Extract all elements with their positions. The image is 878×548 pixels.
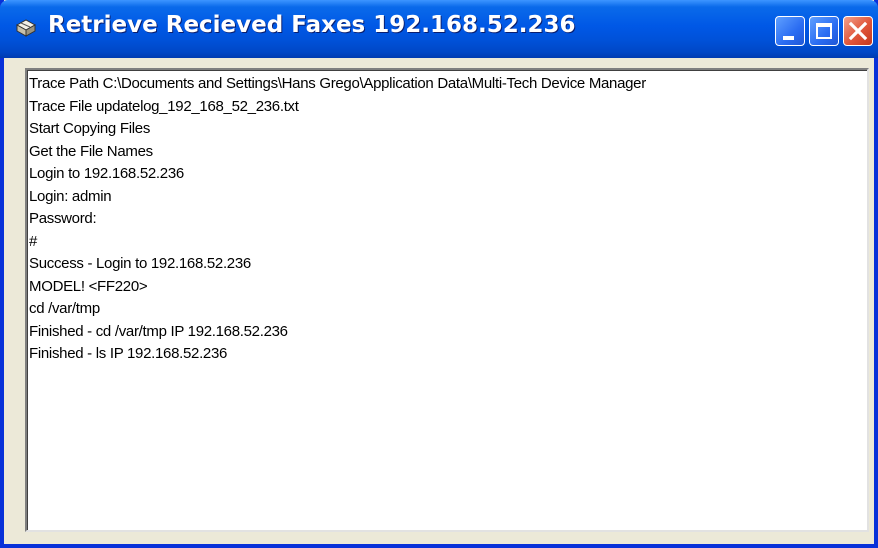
log-line: # — [29, 232, 38, 250]
title-bar[interactable]: Retrieve Recieved Faxes 192.168.52.236 — [0, 0, 878, 58]
log-line: Finished - cd /var/tmp IP 192.168.52.236 — [29, 322, 288, 340]
log-line: Password: — [29, 210, 97, 227]
log-line: cd /var/tmp — [29, 300, 100, 317]
log-line: Get the File Names — [29, 142, 153, 160]
log-line: Trace Path C:\Documents and Settings\Han… — [29, 75, 646, 92]
window-title: Retrieve Recieved Faxes 192.168.52.236 — [48, 12, 576, 38]
maximize-button[interactable] — [809, 16, 839, 46]
window-client-area: Trace Path C:\Documents and Settings\Han… — [8, 58, 870, 540]
trace-log-textarea[interactable]: Trace Path C:\Documents and Settings\Han… — [25, 68, 869, 532]
retrieve-faxes-window: Retrieve Recieved Faxes 192.168.52.236 T… — [0, 0, 878, 548]
log-line: Login to 192.168.52.236 — [29, 165, 184, 182]
log-line: MODEL! <FF220> — [29, 277, 148, 295]
close-button[interactable] — [843, 16, 873, 46]
log-line: Login: admin — [29, 187, 112, 205]
minimize-button[interactable] — [775, 16, 805, 46]
close-icon — [848, 21, 868, 41]
log-line: Success - Login to 192.168.52.236 — [29, 255, 251, 272]
log-line: Finished - ls IP 192.168.52.236 — [29, 345, 228, 362]
log-line: Start Copying Files — [29, 120, 151, 137]
minimize-icon — [783, 36, 794, 40]
log-line: Trace File updatelog_192_168_52_236.txt — [29, 97, 299, 115]
fax-app-icon[interactable] — [14, 16, 38, 40]
maximize-icon — [816, 23, 832, 39]
